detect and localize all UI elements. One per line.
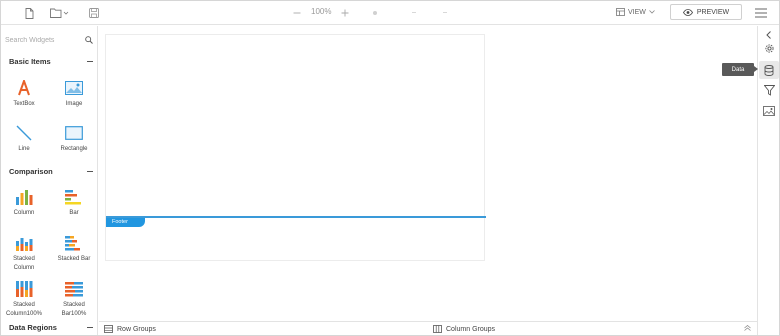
hamburger-menu-icon[interactable] [753,5,769,21]
widget-stacked-column[interactable]: Stacked Column [2,234,46,272]
section-title: Comparison [9,167,53,176]
toolbar: 100% VIEW PREVIEW [1,1,779,25]
view-label: VIEW [628,8,646,16]
toolbar-dash [443,12,447,13]
widget-label-line2: Column100% [5,310,43,317]
textbox-icon [15,79,33,97]
widget-textbox[interactable]: TextBox [2,79,46,109]
column-groups[interactable]: Column Groups [433,325,495,333]
line-icon [15,124,33,142]
search-icon[interactable] [85,36,93,44]
section-title: Basic Items [9,57,51,66]
data-tooltip: Data [722,63,758,76]
collapse-icon[interactable] [87,61,93,62]
widget-label: Stacked Bar [57,256,91,262]
open-folder-icon[interactable] [49,5,71,21]
widget-label-line2: Column [13,264,35,271]
design-canvas[interactable]: Footer [99,26,757,321]
image-manager-icon[interactable] [762,104,776,118]
save-icon[interactable] [87,5,101,21]
view-dropdown[interactable]: VIEW [616,8,655,16]
row-groups-icon [104,325,113,333]
stacked-column100-icon [15,280,33,298]
new-file-icon[interactable] [22,5,36,21]
widget-stacked-bar[interactable]: Stacked Bar [52,234,96,264]
groups-bar: Row Groups Column Groups [99,321,757,335]
widget-bar-chart[interactable]: Bar [52,188,96,218]
eye-icon [682,8,693,16]
widget-image[interactable]: Image [52,79,96,109]
widget-stacked-column100[interactable]: Stacked Column100% [2,280,46,318]
footer-tag[interactable]: Footer [106,218,145,227]
widget-label: Column [13,210,35,216]
preview-button[interactable]: PREVIEW [670,4,742,20]
collapse-icon[interactable] [87,327,93,328]
expand-groups-icon[interactable] [744,325,751,331]
widget-label-line2: Bar100% [61,310,87,317]
widget-label-line1: Stacked [63,302,85,308]
widget-label: Image [65,101,83,107]
widget-label-line1: Stacked [13,256,35,262]
section-basic-items[interactable]: Basic Items [9,57,93,66]
report-page[interactable]: Footer [105,34,486,261]
zoom-out-icon[interactable] [291,5,303,21]
chevron-down-icon [649,10,655,14]
widget-rectangle[interactable]: Rectangle [52,124,96,154]
properties-panel [757,26,779,335]
widget-panel: Basic Items TextBox Image Line Rectangle… [1,26,98,335]
zoom-in-icon[interactable] [339,5,351,21]
row-groups-label: Row Groups [117,325,156,333]
widget-label: Rectangle [60,146,88,152]
data-icon[interactable] [759,61,779,79]
toolbar-dash [412,12,416,13]
toolbar-dot [373,11,377,15]
widget-label: Bar [69,210,79,216]
view-icon [616,8,625,16]
gear-icon[interactable] [762,41,776,55]
footer-divider[interactable] [106,216,486,218]
image-icon [65,79,83,97]
bar-chart-icon [65,188,83,206]
widget-label-line1: Stacked [13,302,35,308]
widget-search [5,33,93,47]
section-comparison[interactable]: Comparison [9,167,93,176]
zoom-level: 100% [311,7,332,16]
column-chart-icon [15,188,33,206]
stacked-column-icon [15,234,33,252]
collapse-icon[interactable] [87,171,93,172]
rectangle-icon [65,124,83,142]
search-input[interactable] [5,36,81,44]
stacked-bar-icon [65,234,83,252]
filter-icon[interactable] [762,83,776,97]
preview-label: PREVIEW [696,8,730,16]
widget-stacked-bar100[interactable]: Stacked Bar100% [52,280,96,318]
widget-line[interactable]: Line [2,124,46,154]
widget-label: TextBox [13,101,35,107]
widget-column-chart[interactable]: Column [2,188,46,218]
section-data-regions[interactable]: Data Regions [9,323,93,332]
collapse-panel-icon[interactable] [762,28,776,42]
section-title: Data Regions [9,323,57,332]
widget-label: Line [18,146,30,152]
row-groups[interactable]: Row Groups [104,325,156,333]
column-groups-icon [433,325,442,333]
column-groups-label: Column Groups [446,325,496,333]
stacked-bar100-icon [65,280,83,298]
